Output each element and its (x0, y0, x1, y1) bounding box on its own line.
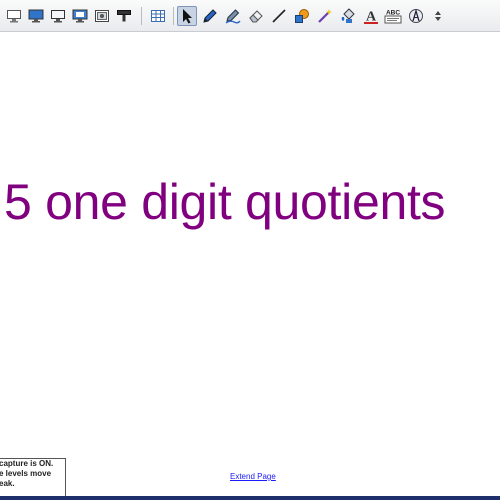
extend-page-link[interactable]: Extend Page (230, 472, 276, 481)
line-icon[interactable] (269, 6, 289, 26)
video-capture-icon[interactable] (114, 6, 134, 26)
photo-capture-icon[interactable] (92, 6, 112, 26)
magic-pen-icon[interactable] (315, 6, 335, 26)
monitor-capture-icon[interactable] (70, 6, 90, 26)
notice-line: eak. (0, 479, 15, 488)
text-abc-icon[interactable]: ABC (383, 6, 403, 26)
table-icon[interactable] (148, 6, 168, 26)
monitor-outline-icon[interactable] (48, 6, 68, 26)
text-icon[interactable]: A (361, 6, 381, 26)
svg-text:A: A (366, 10, 377, 25)
measurement-icon[interactable] (406, 6, 426, 26)
shapes-icon[interactable] (292, 6, 312, 26)
toolbar: A ABC (0, 0, 500, 32)
notice-line: capture is ON. (0, 459, 54, 468)
toolbar-separator (173, 7, 174, 25)
whiteboard-canvas[interactable] (0, 32, 500, 498)
taskbar-strip (0, 496, 500, 500)
capture-notice: capture is ON. e levels move eak. (0, 458, 66, 498)
eraser-icon[interactable] (246, 6, 266, 26)
fill-icon[interactable] (338, 6, 358, 26)
page-title: 5 one digit quotients (4, 174, 446, 230)
more-icon[interactable] (428, 6, 448, 26)
monitor-icon[interactable] (26, 6, 46, 26)
notice-line: e levels move (0, 469, 52, 478)
screen-capture-icon[interactable] (4, 6, 24, 26)
toolbar-separator (141, 7, 142, 25)
select-arrow-icon[interactable] (177, 6, 197, 26)
pen-icon[interactable] (200, 6, 220, 26)
creative-pen-icon[interactable] (223, 6, 243, 26)
svg-text:ABC: ABC (386, 10, 400, 17)
